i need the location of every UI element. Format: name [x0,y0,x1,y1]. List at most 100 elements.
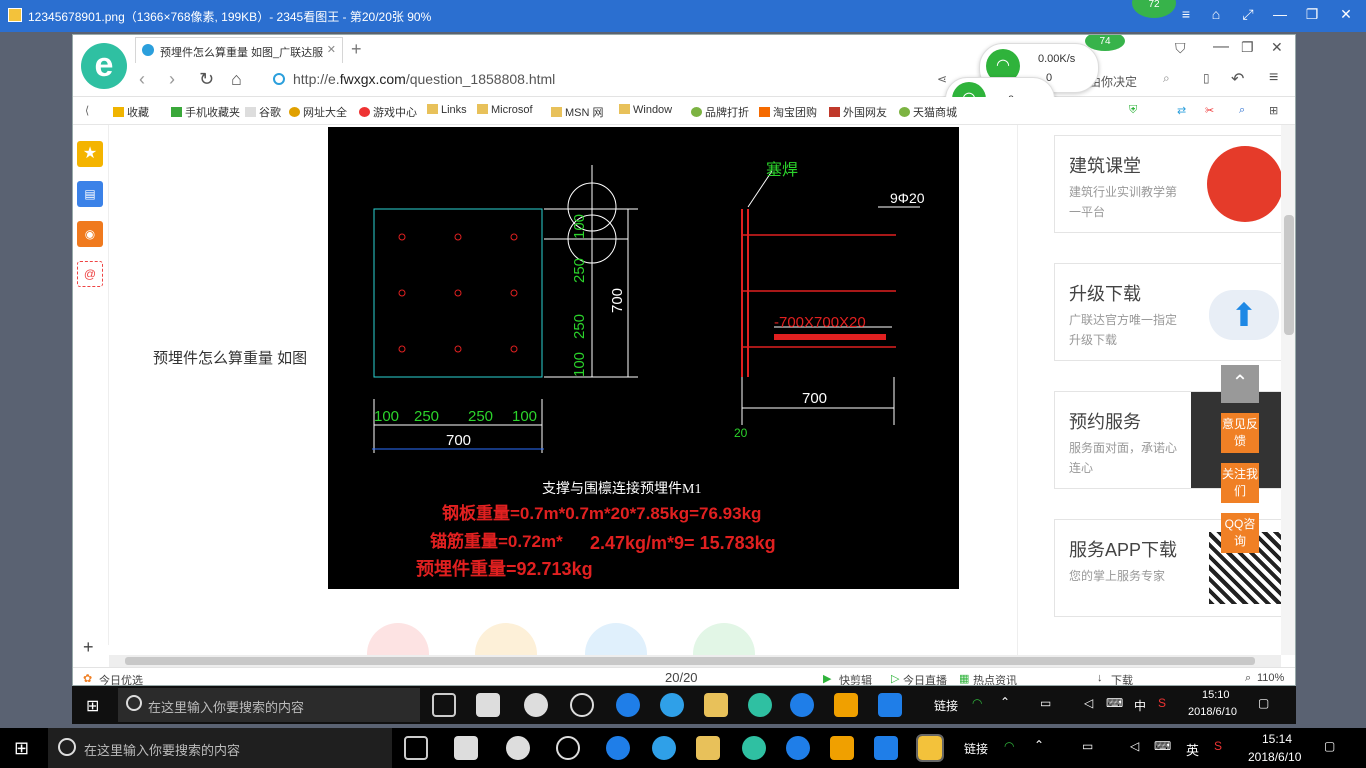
explorer-icon[interactable] [696,736,720,760]
email-icon[interactable]: @ [77,261,103,287]
clock-date[interactable]: 2018/6/10 [1248,750,1301,764]
app-icon[interactable] [454,736,478,760]
clock-time[interactable]: 15:10 [1202,689,1230,701]
home-button[interactable]: ⌂ [231,69,242,90]
news-icon[interactable]: ▤ [77,181,103,207]
bookmark-0[interactable]: 收藏 [113,104,149,120]
taskbar-search[interactable]: 在这里输入你要搜索的内容 [48,728,392,768]
task-view-icon[interactable] [404,736,428,760]
ime-label[interactable]: 中 [1134,697,1146,714]
browser-icon[interactable] [524,693,548,717]
taskbar-search[interactable]: 在这里输入你要搜索的内容 [118,688,420,722]
browser-icon[interactable] [506,736,530,760]
notification-icon[interactable]: ▢ [1258,696,1269,710]
start-icon[interactable]: ⊞ [86,696,99,716]
bookmark-10[interactable]: 淘宝团购 [759,104,817,120]
ime-s-icon[interactable]: S [1158,696,1166,710]
bookmark-2[interactable]: 谷歌 [245,104,281,120]
phone-icon[interactable]: ▯ [1203,71,1210,85]
bookmark-5[interactable]: Links [427,104,467,116]
fullscreen-icon[interactable]: ⤢ [1238,6,1258,23]
g-app-icon[interactable] [786,736,810,760]
volume-icon[interactable]: ◁ [1084,696,1093,710]
clock-date[interactable]: 2018/6/10 [1188,706,1237,718]
follow-button[interactable]: 关注我们 [1221,463,1259,503]
scroll-thumb[interactable] [1284,215,1294,335]
battery-icon[interactable]: ▭ [1040,696,1051,710]
menu-icon[interactable]: ≡ [1269,69,1278,87]
window-close[interactable]: ✕ [1271,39,1283,56]
share-button[interactable] [585,623,647,655]
tools-icon[interactable]: ✂ [1205,104,1214,117]
ime-label[interactable]: 英 [1186,740,1199,759]
zoom-level[interactable]: 110% [1257,672,1284,684]
card-course[interactable]: 建筑课堂 建筑行业实训教学第一平台 [1054,135,1281,233]
keyboard-icon[interactable]: ⌨ [1106,696,1123,710]
ime-s-icon[interactable]: S [1214,739,1222,753]
keyboard-icon[interactable]: ⌨ [1154,739,1171,753]
share-icon[interactable]: ⋖ [937,72,947,86]
clip-link[interactable]: 快剪辑 [839,672,872,685]
notes-icon[interactable] [834,693,858,717]
qq-button[interactable]: QQ咨询 [1221,513,1259,553]
wifi-tray-icon[interactable]: ◠ [972,696,982,710]
bookmark-3[interactable]: 网址大全 [289,104,347,120]
window-restore[interactable]: ❐ [1241,39,1254,56]
app2-icon[interactable] [570,693,594,717]
bookmark-11[interactable]: 外国网友 [829,104,887,120]
hscroll-thumb[interactable] [125,657,1255,665]
edge-icon[interactable] [616,693,640,717]
plus-app-icon[interactable] [878,693,902,717]
notification-icon[interactable]: ▢ [1324,739,1335,753]
news-link[interactable]: 热点资讯 [973,672,1017,685]
back-to-top-button[interactable]: ⌃ [1221,365,1259,403]
back-button[interactable]: ‹ [139,69,145,90]
shirt-icon[interactable]: ⛉ [1175,40,1186,57]
tab-close-icon[interactable]: ✕ [327,43,336,56]
security-icon[interactable]: ⛨ [1129,104,1137,117]
volume-icon[interactable]: ◁ [1130,739,1139,753]
horizontal-scrollbar[interactable] [109,655,1281,667]
download-link[interactable]: 下载 [1111,672,1133,685]
forward-button[interactable]: › [169,69,175,90]
bookmark-8[interactable]: Window [619,104,672,116]
ie-icon[interactable] [660,693,684,717]
bookmark-7[interactable]: MSN 网 [551,104,604,120]
start-icon[interactable]: ⊞ [14,738,29,759]
wifi-tray-icon[interactable]: ◠ [1004,739,1014,753]
search-icon[interactable]: ⌕ [1163,71,1170,86]
bookmark-4[interactable]: 游戏中心 [359,104,417,120]
maximize-button[interactable]: ❐ [1302,6,1322,23]
link-label[interactable]: 链接 [964,740,988,757]
vertical-scrollbar[interactable] [1281,125,1295,655]
url-input[interactable]: http://e.fwxgx.com/question_1858808.html [293,71,555,87]
bookmark-6[interactable]: Microsof [477,104,533,116]
search-icon[interactable]: ⌕ [1239,104,1245,117]
browser2-icon[interactable] [742,736,766,760]
app-icon[interactable] [476,693,500,717]
edge-icon[interactable] [606,736,630,760]
image-viewer-icon[interactable] [916,734,944,762]
bookmark-12[interactable]: 天猫商城 [899,104,957,120]
like-button[interactable] [367,623,429,655]
live-link[interactable]: 今日直播 [903,672,947,685]
close-button[interactable]: ✕ [1336,6,1356,23]
weibo-icon[interactable]: ◉ [77,221,103,247]
skin-icon[interactable]: ⌂ [1206,6,1226,22]
tab-active[interactable]: 预埋件怎么算重量 如图_广联达服 ✕ [135,37,343,63]
minimize-button[interactable]: — [1270,6,1290,22]
apps-icon[interactable]: ⊞ [1269,104,1278,117]
top-button[interactable] [693,623,755,655]
star-button[interactable] [475,623,537,655]
battery-icon[interactable]: ▭ [1082,739,1093,753]
refresh-button[interactable]: ↻ [199,69,214,90]
task-view-icon[interactable] [432,693,456,717]
app2-icon[interactable] [556,736,580,760]
card-download[interactable]: 升级下载 广联达官方唯一指定升级下载 ⬆ [1054,263,1281,361]
link-label[interactable]: 链接 [934,697,958,714]
chevron-up-icon[interactable]: ⌃ [1000,695,1010,709]
bookmark-9[interactable]: 品牌打折 [691,104,749,120]
translate-icon[interactable]: ⇄ [1177,104,1186,117]
favorites-icon[interactable]: ★ [77,141,103,167]
browser2-icon[interactable] [748,693,772,717]
